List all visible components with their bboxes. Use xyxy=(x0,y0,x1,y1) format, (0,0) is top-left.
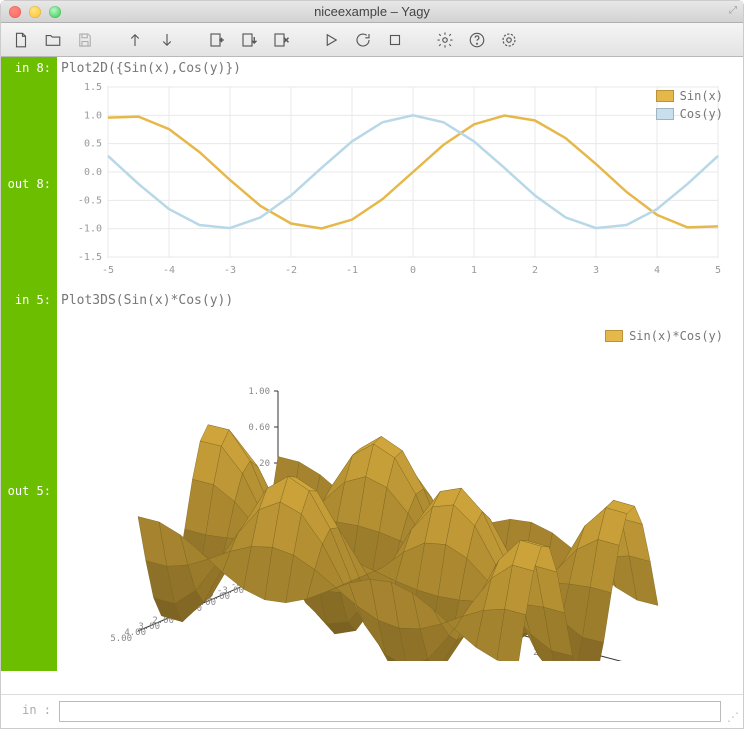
legend-swatch-sin xyxy=(656,90,674,102)
svg-text:1.5: 1.5 xyxy=(84,82,102,93)
workspace: in 8: Plot2D({Sin(x),Cos(y)}) out 8: -5-… xyxy=(1,57,743,694)
stop-button[interactable] xyxy=(381,27,409,53)
svg-text:-0.5: -0.5 xyxy=(78,195,102,206)
legend-label: Sin(x) xyxy=(680,89,723,103)
plot3d-output[interactable]: -5.00-4.00-3.00-2.00-1.000.001.002.003.0… xyxy=(61,311,735,661)
plot2d-legend: Sin(x) Cos(y) xyxy=(656,89,723,125)
titlebar: niceexample – Yagy ⤢ xyxy=(1,1,743,23)
legend-swatch-surface xyxy=(605,330,623,342)
legend-label: Cos(y) xyxy=(680,107,723,121)
input-label: in : xyxy=(1,695,57,728)
toolbar xyxy=(1,23,743,57)
input-bar: in : ⋰ xyxy=(1,694,743,728)
legend-label: Sin(x)*Cos(y) xyxy=(629,329,723,343)
svg-text:4: 4 xyxy=(654,265,660,276)
svg-text:-4: -4 xyxy=(163,265,175,276)
settings-button[interactable] xyxy=(431,27,459,53)
reload-button[interactable] xyxy=(349,27,377,53)
svg-text:1.0: 1.0 xyxy=(84,110,102,121)
svg-text:5.00: 5.00 xyxy=(110,634,132,644)
cell-in-label: in 8: xyxy=(1,57,57,79)
open-file-button[interactable] xyxy=(39,27,67,53)
svg-text:1.00: 1.00 xyxy=(248,387,270,397)
new-file-button[interactable] xyxy=(7,27,35,53)
svg-text:0.0: 0.0 xyxy=(84,167,102,178)
svg-text:-5: -5 xyxy=(102,265,114,276)
cell-code[interactable]: Plot2D({Sin(x),Cos(y)}) xyxy=(57,57,743,79)
insert-cell-button[interactable] xyxy=(203,27,231,53)
command-input[interactable] xyxy=(59,701,721,722)
resize-grip-icon[interactable]: ⋰ xyxy=(727,710,739,724)
move-up-button[interactable] xyxy=(121,27,149,53)
delete-cell-button[interactable] xyxy=(267,27,295,53)
plot3d-legend: Sin(x)*Cos(y) xyxy=(605,329,723,347)
svg-text:0.5: 0.5 xyxy=(84,139,102,150)
svg-text:-1: -1 xyxy=(346,265,358,276)
svg-text:-1.0: -1.0 xyxy=(78,224,102,235)
svg-text:2: 2 xyxy=(532,265,538,276)
svg-text:-3: -3 xyxy=(224,265,236,276)
minimize-window-button[interactable] xyxy=(29,6,41,18)
help-button[interactable] xyxy=(463,27,491,53)
plot2d-output[interactable]: -5 -4 -3 -2 -1 0 1 2 3 4 5 -1.5 -1.0 -0.5 0.0 0.5 1.0 1.5… xyxy=(61,79,735,279)
svg-text:0: 0 xyxy=(410,265,416,276)
target-button[interactable] xyxy=(495,27,523,53)
cell-out-label: out 8: xyxy=(1,79,57,289)
cell-in-label: in 5: xyxy=(1,289,57,311)
fullscreen-icon[interactable]: ⤢ xyxy=(729,5,737,16)
cell-out-label: out 5: xyxy=(1,311,57,671)
cell-down-button[interactable] xyxy=(235,27,263,53)
window-title: niceexample – Yagy xyxy=(1,4,743,19)
svg-text:0.60: 0.60 xyxy=(248,423,270,433)
svg-text:1: 1 xyxy=(471,265,477,276)
legend-swatch-cos xyxy=(656,108,674,120)
save-file-button[interactable] xyxy=(71,27,99,53)
move-down-button[interactable] xyxy=(153,27,181,53)
zoom-window-button[interactable] xyxy=(49,6,61,18)
run-button[interactable] xyxy=(317,27,345,53)
svg-text:-2: -2 xyxy=(285,265,297,276)
svg-text:5: 5 xyxy=(715,265,721,276)
close-window-button[interactable] xyxy=(9,6,21,18)
cell-code[interactable]: Plot3DS(Sin(x)*Cos(y)) xyxy=(57,289,743,311)
svg-text:3: 3 xyxy=(593,265,599,276)
svg-text:-1.5: -1.5 xyxy=(78,252,102,263)
